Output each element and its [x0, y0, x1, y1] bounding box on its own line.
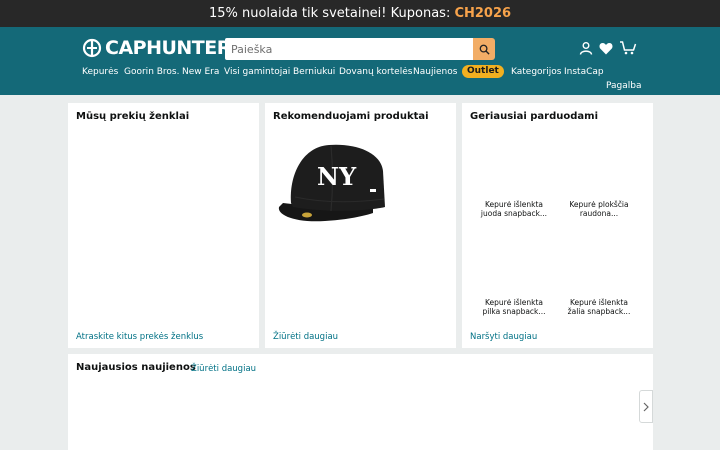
- carousel-next-button[interactable]: [639, 390, 653, 423]
- bestsellers-card: Geriausiai parduodami Kepurė išlenkta ju…: [462, 103, 653, 348]
- news-link[interactable]: Žiūrėti daugiau: [191, 364, 256, 374]
- bestseller-item-line1: Kepurė plokščia: [569, 200, 629, 209]
- brands-card: Mūsų prekių ženklai Atraskite kitus prek…: [68, 103, 259, 348]
- bestseller-item[interactable]: Kepurė išlenkta žalia snapback...: [562, 298, 636, 316]
- nav-item-instacap[interactable]: InstaCap: [564, 66, 604, 78]
- bestseller-item-line1: Kepurė išlenkta: [484, 298, 544, 307]
- promo-text: 15% nuolaida tik svetainei! Kuponas:: [208, 6, 455, 21]
- svg-text:NY: NY: [317, 162, 357, 191]
- bestseller-item-line2: raudona...: [579, 209, 619, 218]
- nav-item-naujienos[interactable]: Naujienos: [413, 66, 457, 78]
- promo-bar: 15% nuolaida tik svetainei! Kuponas: CH2…: [0, 0, 720, 27]
- chevron-right-icon: [643, 402, 649, 411]
- nav-item-berniukui[interactable]: Berniukui: [293, 66, 335, 78]
- logo-text: CAPHUNTERS: [105, 37, 245, 59]
- nav-item-visi-gamintojai[interactable]: Visi gamintojai: [224, 66, 290, 78]
- user-icon[interactable]: [579, 40, 593, 59]
- bestseller-item[interactable]: Kepurė išlenkta pilka snapback...: [477, 298, 551, 316]
- logo-mark-icon: [82, 38, 102, 58]
- bestseller-item-line1: Kepurė išlenkta: [569, 298, 629, 307]
- nav-item-goorin[interactable]: Goorin Bros.: [124, 66, 180, 78]
- search-button[interactable]: [473, 38, 495, 60]
- recommended-link[interactable]: Žiūrėti daugiau: [273, 332, 338, 342]
- site-header: CAPHUNTERS Kepurės Goorin Bros. New Era …: [0, 27, 720, 95]
- nav-item-kategorijos[interactable]: Kategorijos: [511, 66, 561, 78]
- nav-item-help[interactable]: Pagalba: [606, 80, 642, 92]
- promo-code: CH2026: [454, 6, 512, 21]
- heart-icon[interactable]: [599, 40, 613, 59]
- nav-item-new-era[interactable]: New Era: [182, 66, 219, 78]
- nav-item-kepures[interactable]: Kepurės: [82, 66, 118, 78]
- bestseller-item-line2: juoda snapback...: [480, 209, 548, 218]
- brands-link[interactable]: Atraskite kitus prekės ženklus: [76, 332, 203, 342]
- bestseller-item[interactable]: Kepurė išlenkta juoda snapback...: [477, 200, 551, 218]
- search-bar: [225, 38, 495, 60]
- bestseller-item-line2: pilka snapback...: [482, 307, 546, 316]
- bestsellers-link[interactable]: Naršyti daugiau: [470, 332, 537, 342]
- nav-item-outlet[interactable]: Outlet: [462, 65, 504, 78]
- search-input[interactable]: [225, 38, 473, 60]
- brands-title: Mūsų prekių ženklai: [76, 111, 190, 122]
- header-icons: [579, 40, 643, 59]
- cart-icon[interactable]: [619, 40, 637, 59]
- search-icon: [479, 44, 490, 55]
- recommended-card: Rekomenduojami produktai NY Žiūrėti daug…: [265, 103, 456, 348]
- bestseller-item[interactable]: Kepurė plokščia raudona...: [562, 200, 636, 218]
- news-card: Naujausios naujienos Žiūrėti daugiau: [68, 354, 653, 450]
- news-title: Naujausios naujienos: [76, 362, 196, 373]
- recommended-title: Rekomenduojami produktai: [273, 111, 429, 122]
- main-nav: Kepurės Goorin Bros. New Era Visi gamint…: [82, 65, 642, 80]
- nav-item-dovanu-korteles[interactable]: Dovanų kortelės: [339, 66, 412, 78]
- bestseller-item-line2: žalia snapback...: [567, 307, 631, 316]
- bestseller-item-line1: Kepurė išlenkta: [484, 200, 544, 209]
- site-logo[interactable]: CAPHUNTERS: [82, 37, 245, 59]
- bestsellers-title: Geriausiai parduodami: [470, 111, 598, 122]
- product-cap-image[interactable]: NY: [273, 137, 387, 229]
